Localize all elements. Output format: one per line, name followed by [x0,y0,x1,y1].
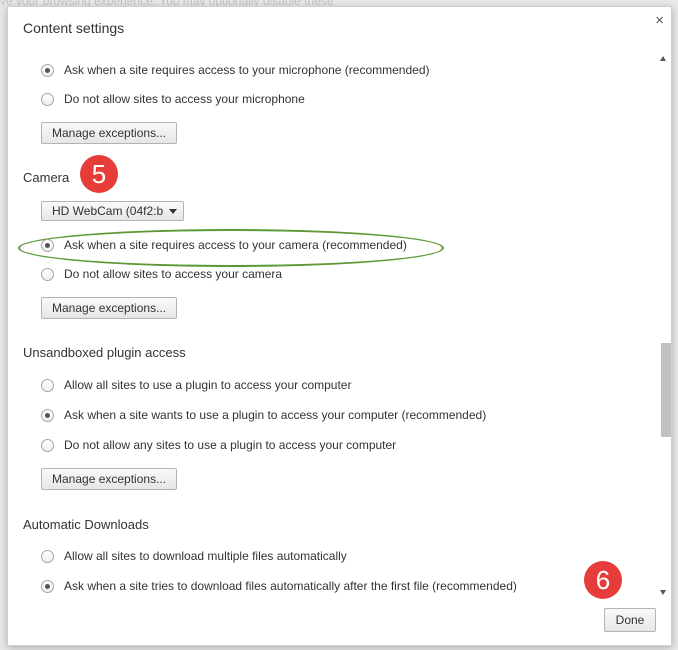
vertical-scrollbar[interactable] [658,47,671,595]
plugin-access-heading: Unsandboxed plugin access [23,345,186,360]
camera-device-value: HD WebCam (04f2:b [52,204,164,218]
automatic-downloads-heading: Automatic Downloads [23,517,149,532]
downloads-allow-radio[interactable] [41,550,54,563]
camera-ask-radio[interactable] [41,239,54,252]
camera-device-select[interactable]: HD WebCam (04f2:b [41,201,184,221]
settings-scroll-area: Ask when a site requires access to your … [8,7,658,607]
plugin-ask-radio[interactable] [41,409,54,422]
downloads-ask-label: Ask when a site tries to download files … [64,579,517,593]
plugin-allow-radio[interactable] [41,379,54,392]
plugin-block-label: Do not allow any sites to use a plugin t… [64,438,397,452]
camera-heading: Camera [23,170,70,185]
scroll-up-arrow-icon[interactable] [660,56,666,61]
camera-block-radio[interactable] [41,268,54,281]
step-6-badge: 6 [584,561,622,599]
camera-ask-label: Ask when a site requires access to your … [64,238,407,252]
plugin-manage-exceptions-button[interactable]: Manage exceptions... [41,468,178,490]
chevron-down-icon [169,209,177,214]
step-5-badge: 5 [80,155,118,193]
scrollbar-thumb[interactable] [661,343,671,437]
downloads-ask-radio[interactable] [41,580,54,593]
microphone-ask-radio[interactable] [41,64,54,77]
scroll-down-arrow-icon[interactable] [660,590,666,595]
microphone-manage-exceptions-button[interactable]: Manage exceptions... [41,122,178,144]
downloads-allow-label: Allow all sites to download multiple fil… [64,549,347,563]
microphone-ask-label: Ask when a site requires access to your … [64,63,430,77]
camera-manage-exceptions-button[interactable]: Manage exceptions... [41,297,178,319]
plugin-block-radio[interactable] [41,439,54,452]
camera-block-label: Do not allow sites to access your camera [64,267,283,281]
plugin-ask-label: Ask when a site wants to use a plugin to… [64,408,487,422]
content-settings-dialog: Content settings × Ask when a site requi… [7,6,672,646]
microphone-block-radio[interactable] [41,93,54,106]
plugin-allow-label: Allow all sites to use a plugin to acces… [64,378,352,392]
done-button[interactable]: Done [604,608,656,632]
microphone-block-label: Do not allow sites to access your microp… [64,92,305,106]
